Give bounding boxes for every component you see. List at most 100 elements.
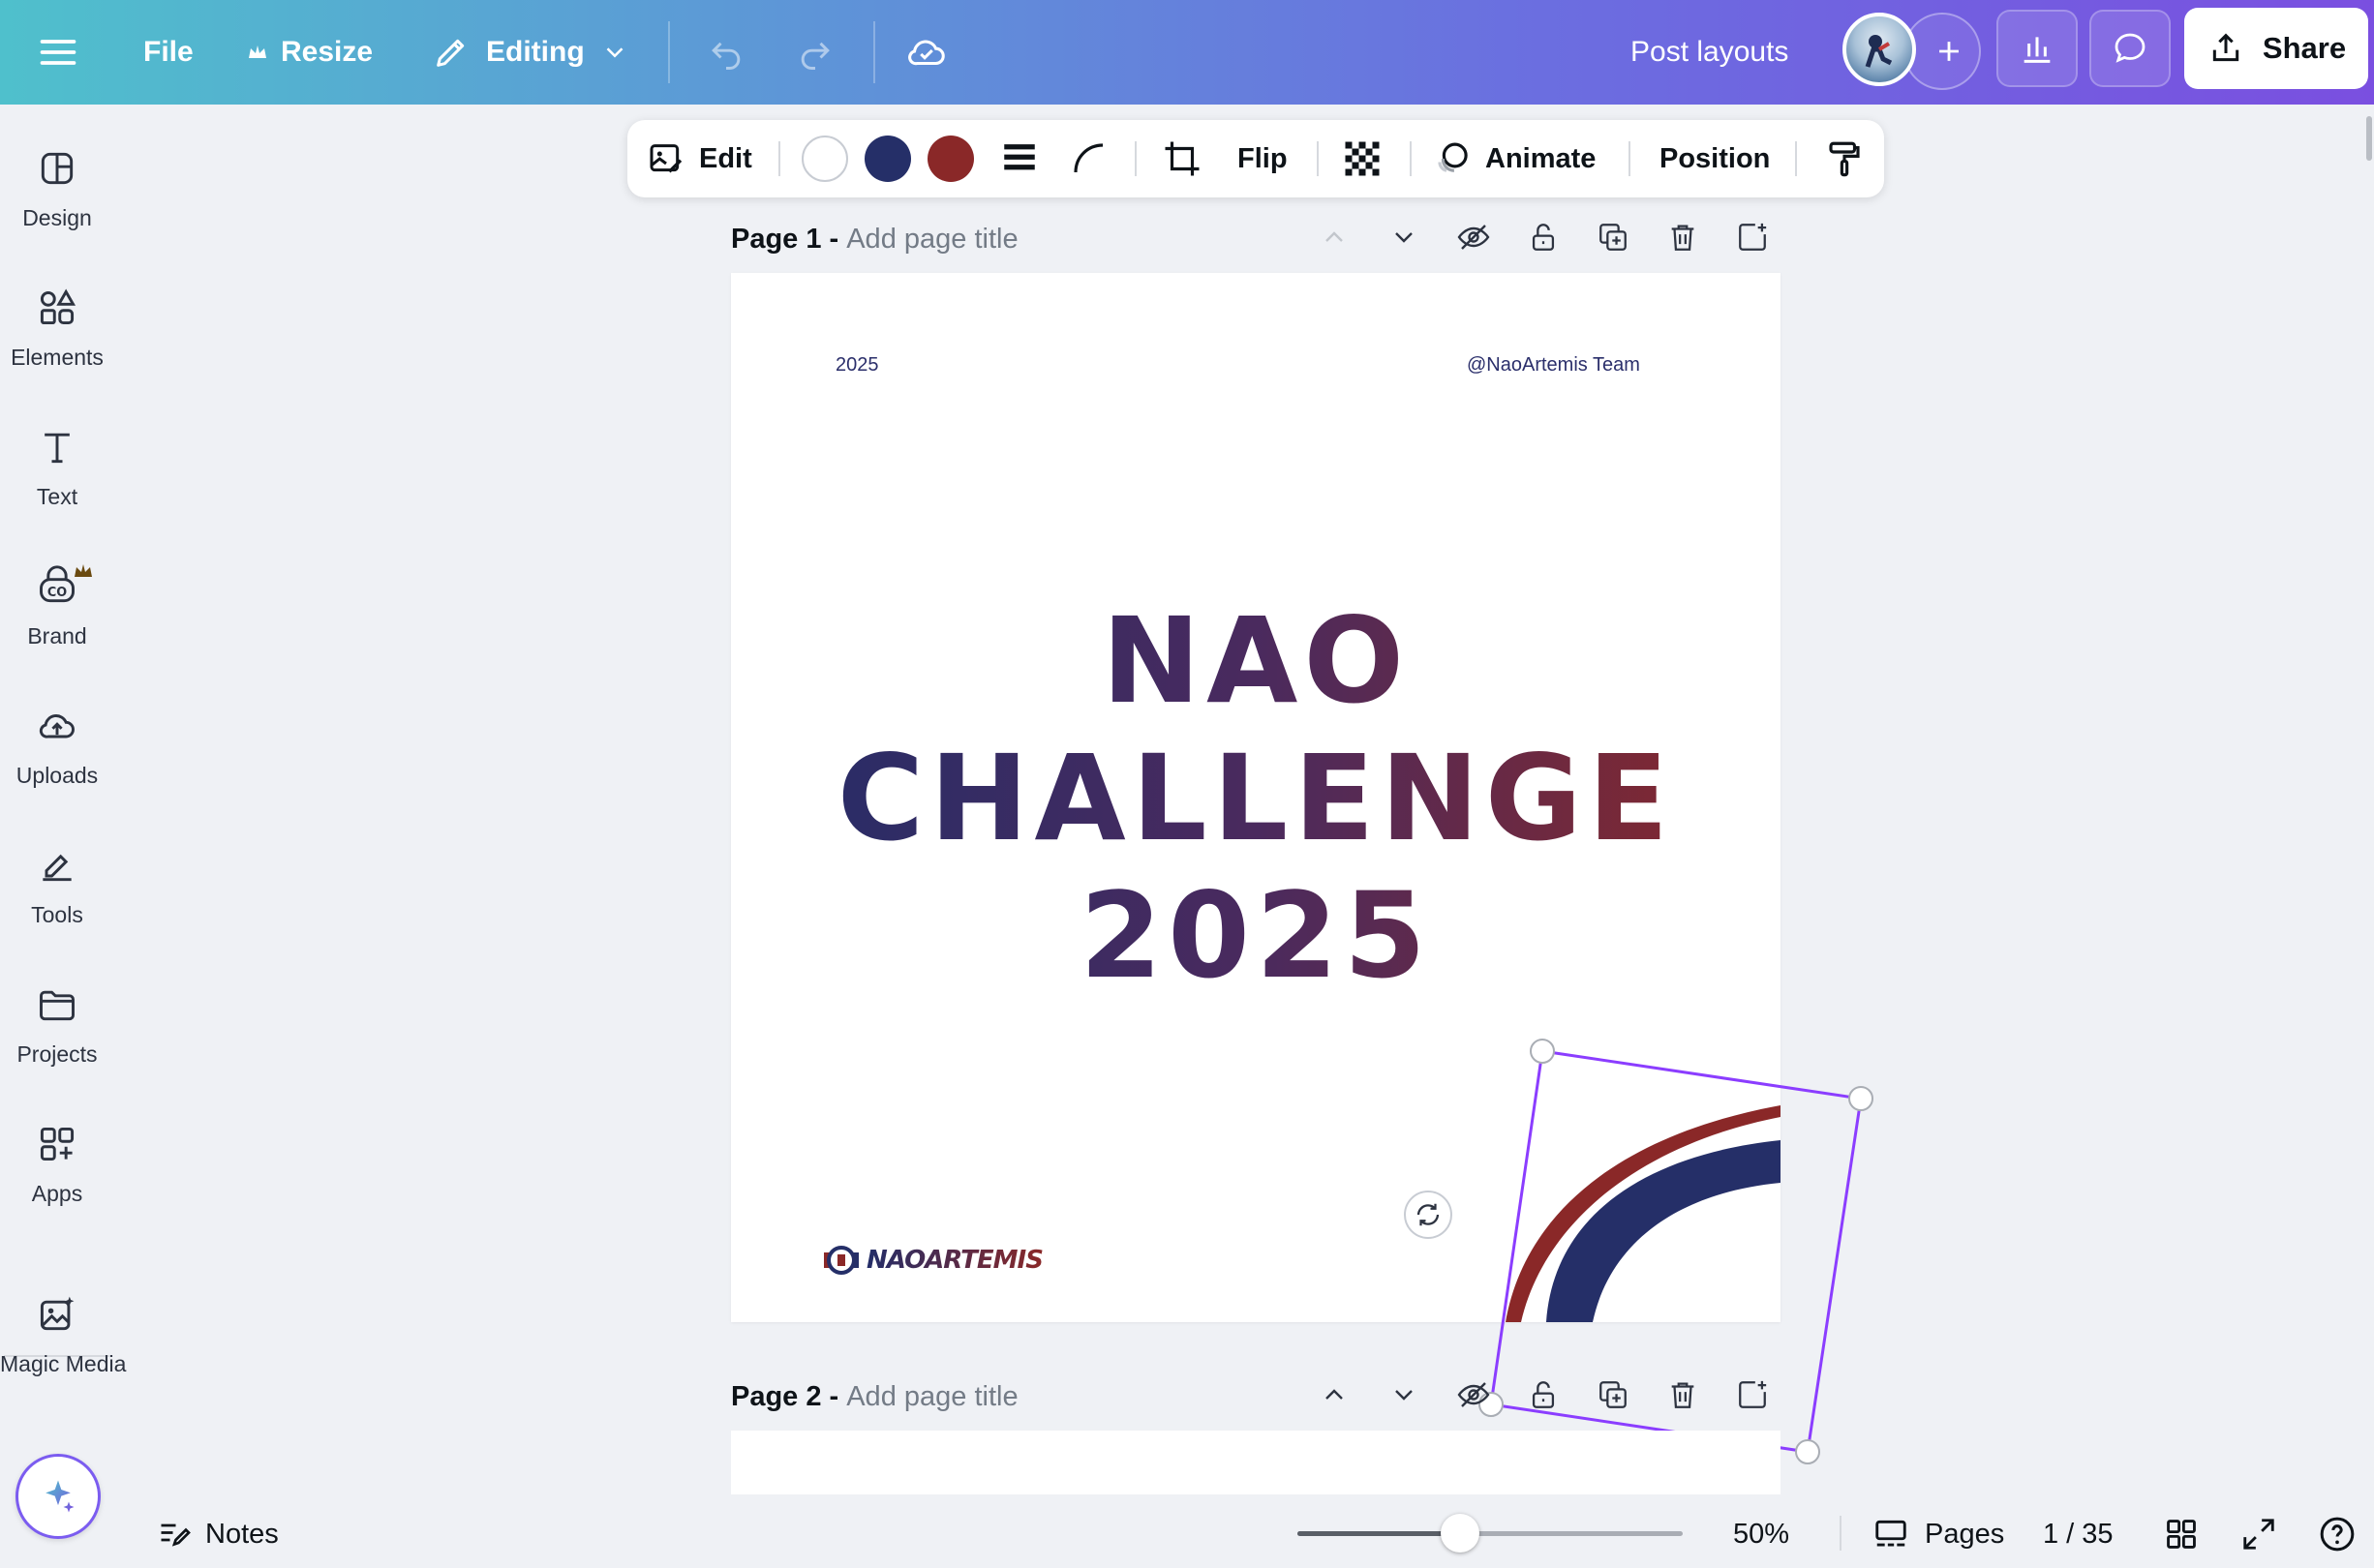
divider	[1317, 141, 1319, 176]
upload-share-icon	[2212, 33, 2239, 62]
color-swatch-navy[interactable]	[865, 136, 911, 182]
pages-button[interactable]: Pages	[1872, 1500, 2004, 1568]
sidebar-item-tools[interactable]: Tools	[0, 836, 114, 928]
border-style-button[interactable]	[999, 120, 1040, 197]
page-title-input[interactable]: Add page title	[846, 1381, 1018, 1413]
comments-button[interactable]	[2089, 10, 2171, 87]
undo-icon	[712, 42, 741, 70]
menu-button[interactable]	[37, 0, 79, 105]
copy-style-button[interactable]	[1824, 120, 1865, 197]
fullscreen-button[interactable]	[2240, 1500, 2277, 1568]
resize-handle-top-right	[1848, 1086, 1873, 1111]
move-page-down-button[interactable]	[1383, 1373, 1425, 1416]
avatar[interactable]	[1842, 13, 1916, 86]
rotate-handle[interactable]	[1404, 1191, 1452, 1239]
edit-image-button[interactable]: Edit	[647, 120, 752, 197]
hide-page-button[interactable]	[1452, 216, 1495, 258]
insights-button[interactable]	[1996, 10, 2078, 87]
post-layouts-button[interactable]: Post layouts	[1630, 0, 1788, 105]
border-style-icon	[1004, 144, 1035, 170]
headline-line-3[interactable]: 2025	[731, 877, 1780, 995]
sidebar-item-apps[interactable]: Apps	[0, 1115, 114, 1207]
sidebar-item-elements[interactable]: Elements	[0, 279, 114, 371]
sparkle-icon	[46, 1480, 75, 1513]
sidebar-item-text[interactable]: Text	[0, 418, 114, 510]
duplicate-page-button[interactable]	[1592, 216, 1634, 258]
lock-page-button[interactable]	[1522, 1373, 1565, 1416]
page-number-label: Page 2 -	[731, 1380, 839, 1412]
duplicate-page-button[interactable]	[1592, 1373, 1634, 1416]
vertical-scrollbar[interactable]	[2366, 116, 2372, 161]
transparency-button[interactable]	[1342, 120, 1383, 197]
tools-icon	[43, 854, 72, 882]
animate-button[interactable]: Animate	[1433, 120, 1596, 197]
delete-page-button[interactable]	[1661, 1373, 1704, 1416]
sidebar-item-uploads[interactable]: Uploads	[0, 697, 114, 789]
page-number-label: Page 1 -	[731, 223, 839, 255]
page-2-header: Page 2 - Add page title	[731, 1372, 1019, 1421]
file-menu[interactable]: File	[143, 0, 194, 105]
crop-button[interactable]	[1162, 120, 1202, 197]
design-page-2[interactable]	[731, 1431, 1780, 1494]
left-sidebar: Design Elements Text CO Brand Uploads To…	[0, 105, 127, 1568]
redo-button[interactable]	[794, 0, 837, 105]
add-page-button[interactable]	[1731, 1373, 1774, 1416]
design-year-text[interactable]: 2025	[836, 354, 879, 377]
share-button[interactable]: Share	[2184, 8, 2368, 89]
sidebar-item-brand[interactable]: CO Brand	[0, 558, 114, 649]
top-bar: File Resize Editing Post layouts Share	[0, 0, 2374, 105]
eye-off-icon	[1457, 1382, 1490, 1407]
hide-page-button[interactable]	[1452, 1373, 1495, 1416]
sidebar-item-label: Brand	[27, 623, 87, 648]
sidebar-item-magic-media[interactable]: Magic Media	[0, 1285, 127, 1377]
sidebar-item-label: Magic Media	[0, 1351, 127, 1376]
chevron-down-icon	[1395, 1390, 1413, 1401]
magic-assistant-button[interactable]	[15, 1454, 101, 1539]
headline-line-2[interactable]: CHALLENGE	[731, 739, 1780, 858]
color-swatch-white[interactable]	[802, 136, 848, 182]
crown-icon	[249, 45, 266, 58]
text-icon	[45, 433, 70, 464]
design-page-1[interactable]: 2025 @NaoArtemis Team NAO CHALLENGE 2025	[731, 273, 1780, 1322]
resize-button[interactable]: Resize	[246, 0, 373, 105]
expand-icon	[2243, 1519, 2274, 1550]
flip-button[interactable]: Flip	[1237, 120, 1288, 197]
help-button[interactable]	[2318, 1500, 2357, 1568]
move-page-down-button[interactable]	[1383, 216, 1425, 258]
zoom-slider-fill	[1297, 1531, 1460, 1536]
design-team-handle-text[interactable]: @NaoArtemis Team	[1467, 354, 1640, 377]
headline-line-1[interactable]: NAO	[731, 602, 1780, 720]
zoom-percentage[interactable]: 50%	[1733, 1500, 1789, 1568]
undo-button[interactable]	[705, 0, 747, 105]
rotate-icon	[1416, 1203, 1440, 1226]
decorative-arc-graphic[interactable]	[1467, 1047, 1780, 1322]
move-page-up-button[interactable]	[1313, 1373, 1355, 1416]
add-page-button[interactable]	[1731, 216, 1774, 258]
delete-page-button[interactable]	[1661, 216, 1704, 258]
save-status-button[interactable]	[904, 0, 949, 105]
sidebar-item-projects[interactable]: Projects	[0, 976, 114, 1068]
color-swatch-red[interactable]	[928, 136, 974, 182]
page-title-input[interactable]: Add page title	[846, 224, 1018, 256]
sidebar-item-design[interactable]: Design	[0, 139, 114, 231]
editing-mode-dropdown[interactable]: Editing	[432, 0, 629, 105]
logo-text: NAOARTEMIS	[867, 1246, 1044, 1275]
move-page-up-button[interactable]	[1313, 216, 1355, 258]
grid-view-button[interactable]	[2163, 1500, 2200, 1568]
corner-rounding-button[interactable]	[1069, 120, 1110, 197]
naoartemis-logo[interactable]: NAOARTEMIS	[820, 1241, 1044, 1280]
crown-icon	[75, 564, 92, 577]
notes-icon	[161, 1523, 191, 1547]
zoom-slider-thumb[interactable]	[1441, 1514, 1479, 1553]
chevron-up-icon	[1325, 1389, 1343, 1400]
notes-button[interactable]: Notes	[157, 1500, 279, 1568]
lock-page-button[interactable]	[1522, 216, 1565, 258]
unlock-icon	[1532, 224, 1555, 251]
position-button[interactable]: Position	[1659, 120, 1770, 197]
paint-roller-icon	[1829, 141, 1860, 177]
redo-icon	[801, 42, 830, 70]
sidebar-item-label: Tools	[31, 902, 83, 927]
design-icon	[41, 152, 74, 185]
sidebar-item-label: Projects	[16, 1041, 98, 1067]
context-toolbar: Edit Flip Animate Position	[627, 120, 1884, 197]
